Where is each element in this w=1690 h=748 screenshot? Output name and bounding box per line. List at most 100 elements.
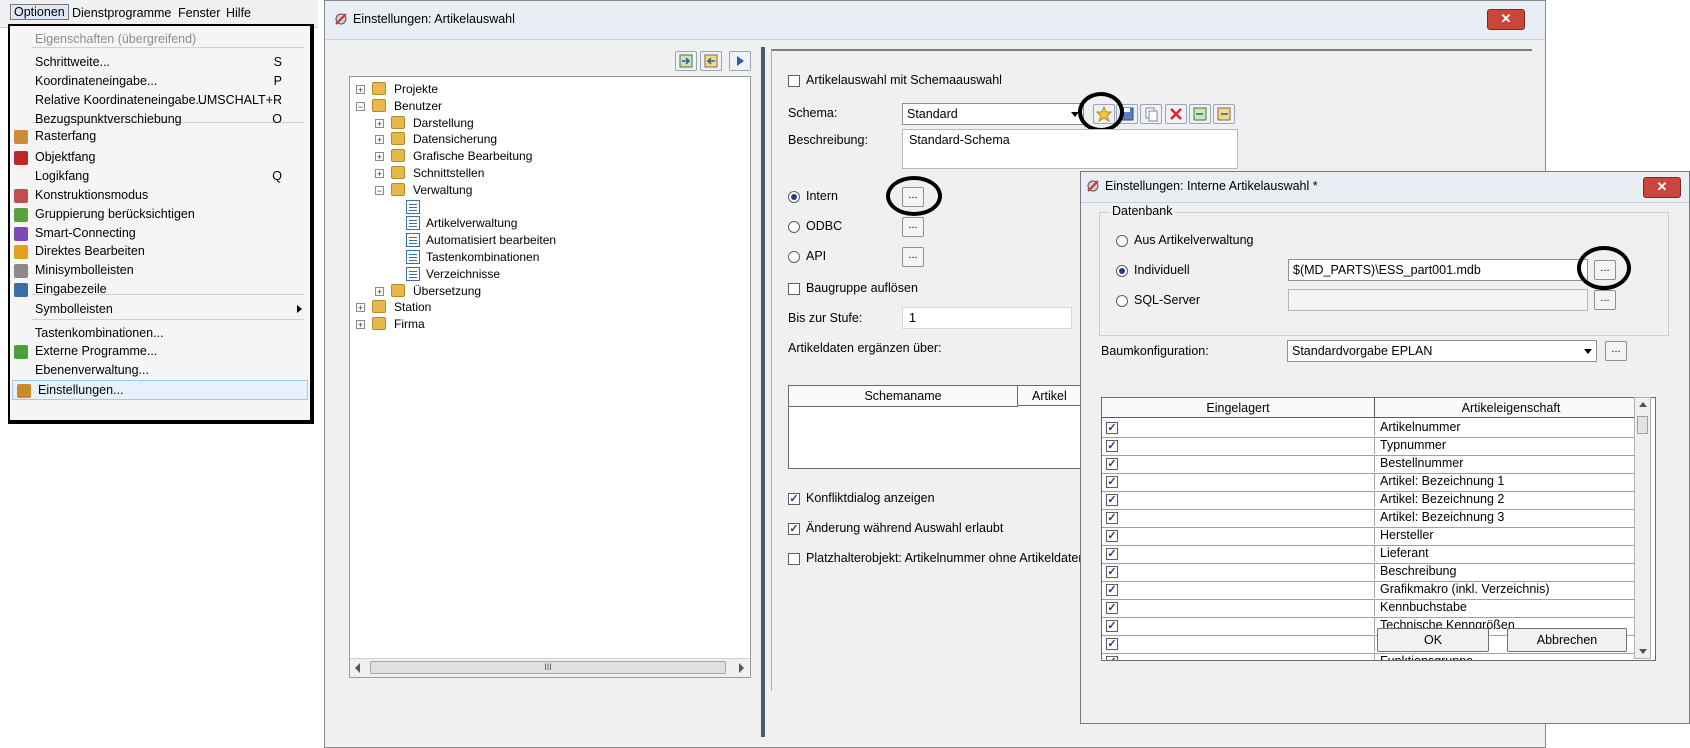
eingelagert-checkbox[interactable]: ✓	[1106, 548, 1118, 560]
menu-item-logikfang[interactable]: Logikfang Q	[10, 167, 310, 187]
menu-fenster[interactable]: Fenster	[178, 6, 220, 20]
scroll-down-icon[interactable]	[1639, 649, 1647, 655]
menu-item-relative-koordinateneingabe[interactable]: Relative Koordinateneingabe... UMSCHALT+R	[10, 91, 310, 111]
collapse-icon[interactable]: −	[356, 101, 365, 111]
tree-node-benutzer[interactable]: − Benutzer	[350, 98, 748, 116]
grid-row[interactable]: ✓ Artikel: Bezeichnung 2	[1102, 491, 1648, 510]
intern-radio[interactable]	[788, 191, 800, 203]
grid-row[interactable]: ✓ Artikel: Bezeichnung 1	[1102, 473, 1648, 492]
api-settings-button[interactable]: ...	[902, 247, 924, 267]
platzhalter-checkbox[interactable]	[788, 553, 800, 565]
baum-select[interactable]: Standardvorgabe EPLAN	[1287, 340, 1597, 362]
schema-checkbox[interactable]	[788, 75, 800, 87]
menu-item-ebenenverwaltung[interactable]: Ebenenverwaltung...	[10, 361, 310, 381]
tree-node-datensicherung[interactable]: + Datensicherung	[350, 131, 748, 149]
menu-item-gruppierung-berücksichtigen[interactable]: Gruppierung berücksichtigen	[10, 205, 310, 225]
scroll-right-icon[interactable]	[738, 663, 746, 673]
tree-node-tastenkombinationen[interactable]: Tastenkombinationen	[350, 249, 748, 267]
delete-schema-button[interactable]	[1165, 104, 1187, 124]
tree-node-artikelverwaltung[interactable]: Artikelverwaltung	[350, 215, 748, 233]
individuell-radio[interactable]	[1116, 265, 1128, 277]
sub-close-button[interactable]: ✕	[1643, 177, 1681, 198]
expand-icon[interactable]: +	[356, 85, 365, 95]
eingelagert-header[interactable]: Eingelagert	[1102, 398, 1375, 418]
tree-node-verzeichnisse[interactable]: Verzeichnisse	[350, 266, 748, 284]
artikel-grid[interactable]: Eingelagert Artikeleigenschaft ✓ Artikeln…	[1101, 397, 1656, 661]
grid-row[interactable]: ✓ Typnummer	[1102, 437, 1648, 456]
tree-node-schnittstellen[interactable]: + Schnittstellen	[350, 165, 748, 183]
schema-table[interactable]: Schemaname Artikel	[788, 385, 1089, 469]
menu-item-externe-programme[interactable]: Externe Programme...	[10, 342, 310, 362]
tree-node-darstellung[interactable]: + Darstellung	[350, 115, 748, 133]
sql-server-input[interactable]	[1288, 289, 1588, 311]
scroll-up-icon[interactable]	[1639, 401, 1647, 407]
export-button[interactable]	[700, 51, 722, 71]
eingelagert-checkbox[interactable]: ✓	[1106, 620, 1118, 632]
eingelagert-checkbox[interactable]: ✓	[1106, 494, 1118, 506]
expand-icon[interactable]: +	[375, 152, 384, 162]
cancel-button[interactable]: Abbrechen	[1507, 628, 1627, 652]
schema-select[interactable]: Standard	[902, 103, 1084, 125]
odbc-radio[interactable]	[788, 221, 800, 233]
navigate-button[interactable]	[729, 51, 751, 71]
eingelagert-checkbox[interactable]: ✓	[1106, 458, 1118, 470]
ok-button[interactable]: OK	[1377, 628, 1489, 652]
menu-item-schrittweite[interactable]: Schrittweite... S	[10, 53, 310, 73]
grid-row[interactable]: ✓ Lieferant	[1102, 545, 1648, 564]
eingelagert-checkbox[interactable]: ✓	[1106, 476, 1118, 488]
baugruppe-checkbox[interactable]	[788, 283, 800, 295]
menu-dienstprogramme[interactable]: Dienstprogramme	[72, 6, 171, 20]
tree-node-automatisiert-bearbeiten[interactable]: Automatisiert bearbeiten	[350, 232, 748, 250]
grid-row[interactable]: ✓ Funktionsgruppe	[1102, 653, 1648, 660]
menu-item-symbolleisten[interactable]: Symbolleisten	[10, 300, 310, 320]
tree-node-übersetzung[interactable]: + Übersetzung	[350, 283, 748, 301]
menu-item-einstellungen[interactable]: Einstellungen...	[12, 380, 308, 400]
settings-tree[interactable]: III + Projekte − Benutzer + Darstellung + Daten…	[349, 76, 751, 678]
stufe-field[interactable]: 1	[902, 307, 1072, 329]
export-schema-button[interactable]	[1213, 104, 1235, 124]
sql-server-radio[interactable]	[1116, 295, 1128, 307]
aenderung-checkbox[interactable]: ✓	[788, 523, 800, 535]
import-button[interactable]	[675, 51, 697, 71]
menu-hilfe[interactable]: Hilfe	[226, 6, 251, 20]
eingelagert-checkbox[interactable]: ✓	[1106, 422, 1118, 434]
grid-row[interactable]: ✓ Artikel: Bezeichnung 3	[1102, 509, 1648, 528]
eingelagert-checkbox[interactable]: ✓	[1106, 638, 1118, 650]
menu-item-minisymbolleisten[interactable]: Minisymbolleisten	[10, 261, 310, 281]
scroll-left-icon[interactable]	[354, 663, 362, 673]
menu-item-direktes-bearbeiten[interactable]: Direktes Bearbeiten	[10, 242, 310, 262]
expand-icon[interactable]: +	[375, 135, 384, 145]
tree-node-station[interactable]: + Station	[350, 299, 748, 317]
menu-optionen[interactable]: Optionen	[10, 4, 69, 20]
menu-item-konstruktionsmodus[interactable]: Konstruktionsmodus	[10, 186, 310, 206]
eingelagert-checkbox[interactable]: ✓	[1106, 530, 1118, 542]
menu-item-rasterfang[interactable]: Rasterfang	[10, 127, 310, 147]
tree-horizontal-scrollbar[interactable]: III	[350, 658, 750, 677]
database-path-input[interactable]: $(MD_PARTS)\ESS_part001.mdb	[1288, 259, 1588, 281]
copy-schema-button[interactable]	[1140, 104, 1162, 124]
scroll-thumb[interactable]: III	[370, 661, 726, 674]
sql-browse-button[interactable]: ...	[1594, 290, 1616, 310]
tree-node-projekte[interactable]: + Projekte	[350, 81, 748, 99]
menu-item-eingabezeile[interactable]: Eingabezeile	[10, 280, 310, 300]
expand-icon[interactable]: +	[375, 169, 384, 179]
baum-settings-button[interactable]: ...	[1605, 341, 1627, 361]
eingelagert-checkbox[interactable]: ✓	[1106, 440, 1118, 452]
expand-icon[interactable]: +	[356, 320, 365, 330]
menu-item-smart-connecting[interactable]: Smart-Connecting	[10, 224, 310, 244]
tree-node-grafische-bearbeitung[interactable]: + Grafische Bearbeitung	[350, 148, 748, 166]
expand-icon[interactable]: +	[375, 286, 384, 296]
grid-row[interactable]: ✓ Grafikmakro (inkl. Verzeichnis)	[1102, 581, 1648, 600]
tree-node-verwaltung[interactable]: − Verwaltung	[350, 182, 748, 200]
menu-item-objektfang[interactable]: Objektfang	[10, 148, 310, 168]
import-schema-button[interactable]	[1189, 104, 1211, 124]
eingelagert-checkbox[interactable]: ✓	[1106, 566, 1118, 578]
tree-node-firma[interactable]: + Firma	[350, 316, 748, 334]
collapse-icon[interactable]: −	[375, 185, 384, 195]
eingelagert-checkbox[interactable]: ✓	[1106, 512, 1118, 524]
artikeleigenschaft-header[interactable]: Artikeleigenschaft	[1375, 398, 1648, 418]
artikel-header[interactable]: Artikel	[1018, 386, 1089, 406]
expand-icon[interactable]: +	[356, 303, 365, 313]
grid-row[interactable]: ✓ Kennbuchstabe	[1102, 599, 1648, 618]
grid-row[interactable]: ✓ Artikelnummer	[1102, 419, 1648, 438]
